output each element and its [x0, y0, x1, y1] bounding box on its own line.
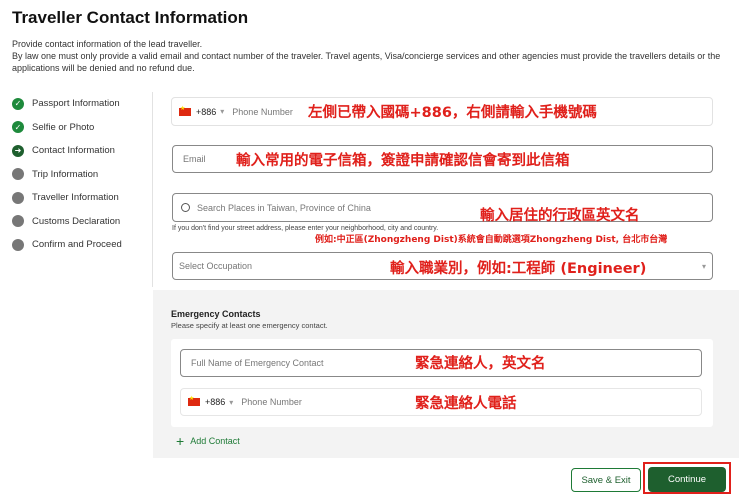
circle-icon — [12, 215, 24, 228]
check-icon: ✓ — [12, 97, 24, 110]
emergency-subtitle: Please specify at least one emergency co… — [171, 321, 328, 330]
emergency-name-placeholder: Full Name of Emergency Contact — [191, 358, 324, 368]
emergency-name-annotation: 緊急連絡人，英文名 — [415, 356, 546, 372]
step-label: Traveller Information — [32, 192, 119, 204]
form-divider — [152, 92, 153, 287]
phone-country-code[interactable]: +886 — [196, 107, 216, 117]
chevron-down-icon: ▾ — [701, 262, 706, 271]
email-placeholder: Email — [183, 154, 206, 164]
address-annotation: 輸入居住的行政區英文名 — [480, 208, 640, 224]
continue-button[interactable]: Continue — [648, 467, 726, 492]
phone-input[interactable]: Phone Number — [232, 107, 293, 117]
occupation-placeholder: Select Occupation — [179, 261, 253, 271]
search-icon — [181, 203, 190, 212]
circle-icon — [12, 168, 24, 181]
emergency-title: Emergency Contacts — [171, 309, 261, 319]
step-contact-information[interactable]: ➜ Contact Information — [12, 139, 152, 163]
circle-icon — [12, 238, 24, 251]
add-contact-button[interactable]: + Add Contact — [176, 433, 240, 449]
step-trip-information[interactable]: Trip Information — [12, 163, 152, 187]
save-exit-button[interactable]: Save & Exit — [571, 468, 641, 492]
step-selfie-or-photo[interactable]: ✓ Selfie or Photo — [12, 116, 152, 140]
add-contact-label: Add Contact — [190, 436, 240, 446]
intro-line-1: Provide contact information of the lead … — [12, 39, 203, 49]
step-passport-information[interactable]: ✓ Passport Information — [12, 92, 152, 116]
occupation-annotation: 輸入職業別，例如:工程師 (Engineer) — [390, 261, 647, 277]
address-hint: If you don't find your street address, p… — [172, 225, 439, 232]
step-list: ✓ Passport Information ✓ Selfie or Photo… — [12, 92, 152, 257]
email-annotation: 輸入常用的電子信箱，簽證申請確認信會寄到此信箱 — [236, 153, 570, 169]
step-label: Customs Declaration — [32, 215, 121, 227]
step-traveller-information[interactable]: Traveller Information — [12, 186, 152, 210]
step-label: Selfie or Photo — [32, 121, 95, 133]
page-title: Traveller Contact Information — [12, 8, 249, 27]
emergency-phone-country-code[interactable]: +886 — [205, 397, 225, 407]
address-placeholder: Search Places in Taiwan, Province of Chi… — [197, 202, 371, 213]
taiwan-flag-icon — [188, 395, 200, 406]
plus-icon: + — [176, 433, 185, 449]
step-label: Trip Information — [32, 168, 99, 180]
chevron-down-icon[interactable]: ▾ — [220, 107, 224, 116]
address-example-annotation: 例如:中正區(Zhongzheng Dist)系統會自動跳選項Zhongzhen… — [315, 235, 668, 245]
phone-annotation: 左側已帶入國碼+886，右側請輸入手機號碼 — [308, 105, 597, 121]
step-label: Passport Information — [32, 98, 120, 110]
arrow-right-icon: ➜ — [12, 144, 24, 157]
step-customs-declaration[interactable]: Customs Declaration — [12, 210, 152, 234]
step-confirm-and-proceed[interactable]: Confirm and Proceed — [12, 233, 152, 257]
page-intro: Provide contact information of the lead … — [12, 38, 732, 74]
emergency-phone-input[interactable]: Phone Number — [241, 397, 302, 407]
step-label: Confirm and Proceed — [32, 239, 122, 251]
taiwan-flag-icon — [179, 105, 191, 116]
step-label: Contact Information — [32, 145, 115, 157]
check-icon: ✓ — [12, 121, 24, 134]
emergency-phone-annotation: 緊急連絡人電話 — [415, 396, 517, 412]
intro-line-2: By law one must only provide a valid ema… — [12, 51, 721, 73]
chevron-down-icon[interactable]: ▾ — [229, 398, 233, 407]
circle-icon — [12, 191, 24, 204]
